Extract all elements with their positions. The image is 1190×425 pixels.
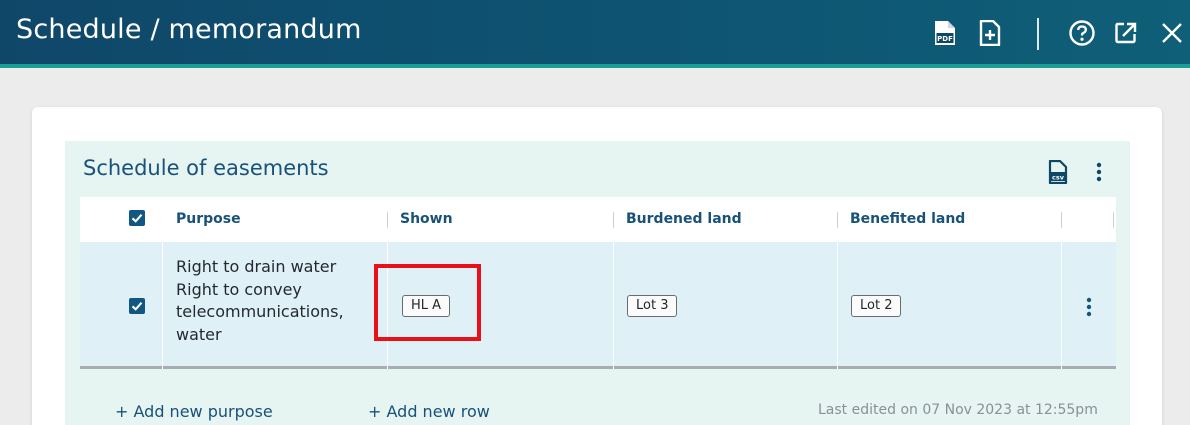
column-divider (1113, 212, 1114, 228)
close-icon[interactable] (1158, 20, 1186, 46)
purpose-cell[interactable]: Right to drain water Right to convey tel… (176, 256, 376, 346)
column-divider (837, 212, 838, 228)
panel-title: Schedule of easements (83, 156, 329, 180)
benefited-land-chip[interactable]: Lot 2 (851, 295, 902, 317)
toolbar-divider (1037, 18, 1039, 50)
cell-divider (837, 242, 838, 369)
pdf-icon[interactable]: PDF (933, 20, 957, 46)
purpose-line: water (176, 324, 222, 344)
row-checkbox[interactable] (129, 298, 145, 314)
cell-divider (162, 242, 163, 369)
column-header-purpose[interactable]: Purpose (176, 211, 241, 227)
last-edited-text: Last edited on 07 Nov 2023 at 12:55pm (818, 402, 1098, 418)
open-external-icon[interactable] (1114, 20, 1138, 46)
row-menu-icon[interactable] (1084, 296, 1094, 318)
purpose-line: Right to drain water (176, 257, 337, 276)
column-divider (387, 212, 388, 228)
csv-icon[interactable]: csv (1048, 159, 1068, 185)
select-all-checkbox[interactable] (129, 210, 145, 226)
cell-divider (1061, 242, 1062, 369)
page-title: Schedule / memorandum (16, 14, 362, 45)
highlight-box (374, 264, 481, 341)
column-divider (613, 212, 614, 228)
column-divider (1061, 212, 1062, 228)
column-header-benefited-land[interactable]: Benefited land (850, 211, 965, 227)
help-icon[interactable] (1068, 20, 1096, 46)
purpose-line: Right to convey (176, 279, 302, 299)
svg-text:PDF: PDF (937, 35, 953, 43)
svg-text:csv: csv (1052, 173, 1065, 181)
cell-divider (613, 242, 614, 369)
panel-menu-icon[interactable] (1094, 161, 1104, 183)
column-header-burdened-land[interactable]: Burdened land (626, 211, 742, 227)
add-row-link[interactable]: + Add new row (368, 402, 490, 421)
add-document-icon[interactable] (978, 20, 1002, 46)
column-header-shown[interactable]: Shown (400, 211, 453, 227)
burdened-land-chip[interactable]: Lot 3 (627, 295, 678, 317)
add-purpose-link[interactable]: + Add new purpose (115, 402, 273, 421)
purpose-line: telecommunications, (176, 302, 344, 321)
